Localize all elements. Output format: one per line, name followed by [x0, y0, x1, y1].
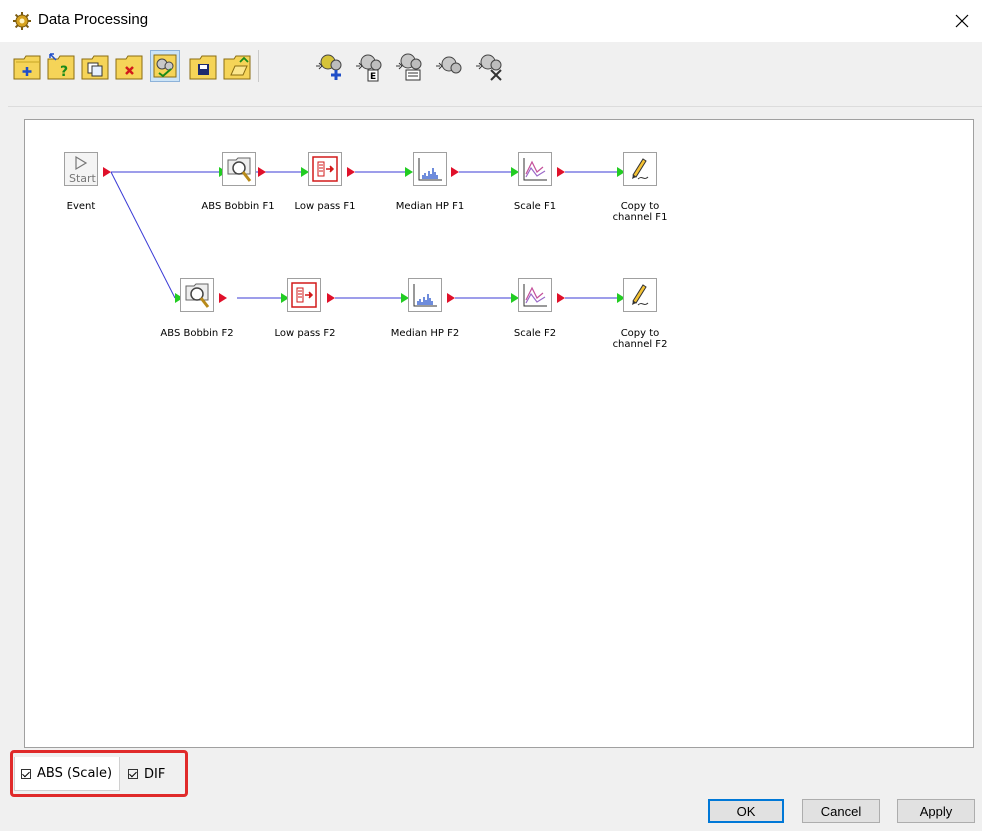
gears-check-icon [153, 54, 177, 78]
node-box [222, 152, 256, 186]
node-label-line: channel F1 [612, 212, 668, 223]
gears-run-icon [436, 56, 462, 74]
magnifier-icon [185, 283, 210, 308]
input-port[interactable] [405, 167, 413, 177]
node-label: Event [66, 201, 96, 212]
folder-help-icon: ? [47, 53, 75, 80]
node-box [408, 278, 442, 312]
output-port[interactable] [557, 293, 565, 303]
node-box [308, 152, 342, 186]
window-title: Data Processing [38, 11, 149, 28]
close-button[interactable] [948, 8, 976, 34]
gears-list-icon [396, 53, 422, 81]
node-label: Copy to channel F2 [585, 328, 695, 350]
pencil-icon [632, 284, 649, 306]
toolbar: ? E [8, 42, 982, 106]
folder-save-icon [189, 55, 217, 80]
query-folder-button[interactable]: ? [46, 50, 76, 82]
new-folder-button[interactable] [12, 50, 42, 82]
output-port[interactable] [557, 167, 565, 177]
gears-remove-icon [476, 54, 502, 81]
svg-text:?: ? [60, 64, 68, 80]
scale-chart-icon [523, 284, 547, 307]
delete-folder-button[interactable] [114, 50, 144, 82]
run-process-button[interactable] [434, 50, 464, 82]
gears-add-icon [316, 54, 342, 80]
play-icon: Start [69, 155, 97, 185]
node-label: Median HP F2 [390, 328, 460, 339]
node-box [180, 278, 214, 312]
node-box [623, 278, 657, 312]
folder-plus-icon [13, 55, 41, 80]
edit-process-button[interactable]: E [354, 50, 384, 82]
folder-delete-icon [115, 55, 143, 80]
pencil-icon [632, 158, 649, 180]
node-box [623, 152, 657, 186]
svg-text:Start: Start [69, 172, 97, 185]
event-output-port[interactable] [103, 167, 111, 177]
node-label: Median HP F1 [395, 201, 465, 212]
remove-process-button[interactable] [474, 50, 504, 82]
node-label-line: Copy to [620, 201, 660, 212]
wire-event-abs-f2 [110, 171, 176, 299]
title-bar: Data Processing [0, 0, 982, 42]
folder-open-icon [223, 55, 251, 80]
close-icon [955, 14, 969, 28]
node-box [287, 278, 321, 312]
node-label-line: Copy to [620, 328, 660, 339]
save-folder-button[interactable] [188, 50, 218, 82]
node-label: Scale F2 [513, 328, 557, 339]
connection-wires [110, 171, 617, 299]
toolbar-divider [8, 106, 982, 107]
output-port[interactable] [327, 293, 335, 303]
gear-cluster-icon [13, 12, 31, 30]
node-label: Low pass F2 [274, 328, 336, 339]
low-pass-filter-icon [291, 282, 317, 308]
node-box [518, 152, 552, 186]
node-label: Scale F1 [513, 201, 557, 212]
magnifier-icon [227, 157, 252, 182]
highlight-annotation [10, 750, 188, 797]
output-port[interactable] [451, 167, 459, 177]
toolbar-separator [258, 50, 259, 82]
process-canvas[interactable]: Start Event ABS Bobbin F1 Low pass F1 Me… [24, 119, 974, 748]
low-pass-filter-icon [312, 156, 338, 182]
folder-copy-icon [81, 55, 109, 80]
open-folder-button[interactable] [222, 50, 252, 82]
output-port[interactable] [219, 293, 227, 303]
apply-button[interactable]: Apply [897, 799, 975, 823]
process-toggle-button[interactable] [150, 50, 180, 82]
histogram-icon [413, 284, 437, 307]
gears-edit-icon: E [356, 54, 382, 82]
svg-text:E: E [370, 72, 376, 82]
ok-button[interactable]: OK [708, 799, 784, 823]
output-port[interactable] [447, 293, 455, 303]
output-port[interactable] [347, 167, 355, 177]
node-label: ABS Bobbin F2 [160, 328, 234, 339]
cancel-button[interactable]: Cancel [802, 799, 880, 823]
node-label: Low pass F1 [294, 201, 356, 212]
output-port[interactable] [258, 167, 266, 177]
scale-chart-icon [523, 158, 547, 181]
copy-folder-button[interactable] [80, 50, 110, 82]
start-box: Start [64, 152, 98, 186]
node-label-line: channel F2 [612, 339, 668, 350]
node-label: Copy to channel F1 [585, 201, 695, 223]
node-box [518, 278, 552, 312]
list-process-button[interactable] [394, 50, 424, 82]
node-box [413, 152, 447, 186]
histogram-icon [418, 158, 442, 181]
add-process-button[interactable] [314, 50, 344, 82]
